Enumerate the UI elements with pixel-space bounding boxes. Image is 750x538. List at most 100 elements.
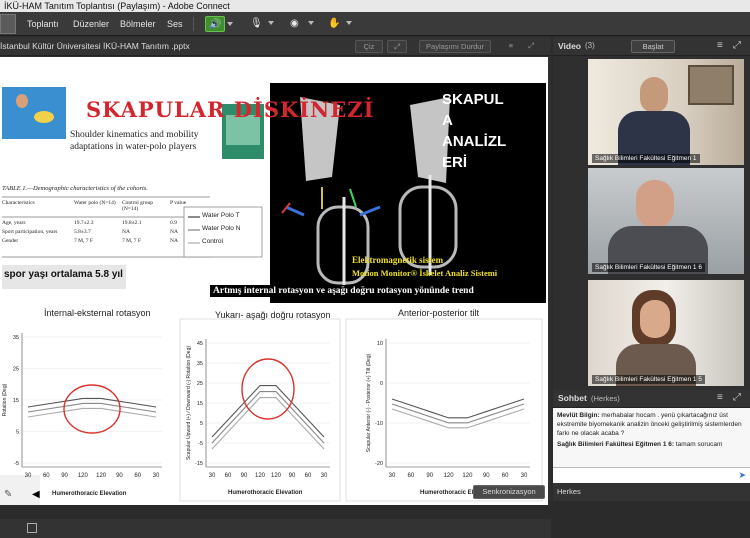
legend-item: Control bbox=[202, 238, 223, 245]
legend-item: Water Polo N bbox=[202, 225, 241, 232]
chart-x-tick: 60 bbox=[305, 473, 312, 479]
average-note: spor yaşı ortalama 5.8 yıl bbox=[4, 269, 123, 280]
maximize-icon[interactable]: ⤢ bbox=[733, 40, 741, 51]
chevron-down-icon[interactable] bbox=[268, 21, 274, 25]
table-header-cell: Water polo (N=14) bbox=[74, 200, 116, 206]
chart-title-2: Yukarı- aşağı doğru rotasyon bbox=[215, 310, 331, 320]
chart-y-tick: 15 bbox=[197, 401, 203, 407]
table-cell: Age, years bbox=[2, 220, 26, 226]
chart-y-tick: 35 bbox=[13, 335, 19, 341]
system-line-1: Elektromagnetik sistem bbox=[352, 255, 444, 265]
chat-footer: Herkes bbox=[553, 483, 750, 501]
pod-menu-icon[interactable]: ≡ bbox=[717, 40, 723, 51]
chart-xlabel-2: Humerothoracic Elevation bbox=[228, 490, 303, 496]
fullscreen-button[interactable]: ⤢ bbox=[387, 40, 407, 53]
document-icon[interactable] bbox=[27, 523, 37, 533]
chart-y-tick: 35 bbox=[197, 361, 203, 367]
table-cell: 19.8±2.1 bbox=[122, 220, 142, 226]
chart-x-tick: 120 bbox=[78, 473, 89, 479]
menu-layouts[interactable]: Düzenler bbox=[73, 12, 109, 36]
trend-text: Artmış internal rotasyon ve aşağı doğru … bbox=[210, 285, 544, 297]
analysis-title-line: A bbox=[442, 112, 453, 129]
chevron-down-icon[interactable] bbox=[308, 21, 314, 25]
chart-x-tick: 90 bbox=[61, 473, 68, 479]
slide-back-arrow-icon[interactable]: ◀ bbox=[32, 489, 40, 500]
maximize-icon[interactable]: ⤢ bbox=[733, 392, 741, 403]
chart-y-tick: -15 bbox=[195, 461, 203, 467]
table-header-cell: P value bbox=[170, 200, 187, 206]
chart-xlabel-1: Humerothoracic Elevation bbox=[52, 491, 127, 497]
chevron-down-icon[interactable] bbox=[227, 22, 233, 26]
chart-y-tick: -20 bbox=[375, 461, 383, 467]
chart-y-tick: 5 bbox=[200, 421, 203, 427]
window-title: İKÜ-HAM Tanıtım Toplantısı (Paylaşım) - … bbox=[0, 0, 750, 12]
table-caption: TABLE 1.—Demographic characteristics of … bbox=[2, 185, 148, 192]
video-tile-1[interactable]: Sağlık Bilimleri Fakültesi Eğitmen 1 bbox=[588, 59, 744, 165]
recipient-tab[interactable]: Herkes bbox=[557, 487, 581, 496]
chart-x-tick: 30 bbox=[521, 473, 528, 479]
table-cell: NA bbox=[170, 238, 178, 244]
participant-face bbox=[640, 77, 668, 113]
chevron-down-icon[interactable] bbox=[346, 21, 352, 25]
table-cell: NA bbox=[122, 229, 130, 235]
table-row: Sport participation, years 5.8±3.7 NA NA bbox=[2, 229, 207, 235]
chart-x-tick: 30 bbox=[209, 473, 216, 479]
chart-y-tick: 25 bbox=[13, 367, 19, 373]
pod-menu-icon[interactable]: ≡ bbox=[503, 40, 519, 53]
participant-name: Sağlık Bilimleri Fakültesi Eğitmen 1 6 bbox=[592, 263, 705, 272]
chart-x-tick: 30 bbox=[153, 473, 160, 479]
start-video-label: Başlat bbox=[642, 42, 664, 51]
menu-audio[interactable]: Ses bbox=[167, 12, 183, 36]
chat-text: tamam sorucam bbox=[675, 441, 723, 448]
menu-meeting[interactable]: Toplantı bbox=[27, 12, 59, 36]
stop-sharing-button[interactable]: Paylaşımı Durdur bbox=[419, 40, 491, 53]
chart-y-tick: 5 bbox=[16, 430, 19, 436]
chart-y-tick: -5 bbox=[14, 461, 19, 467]
participant-name: Sağlık Bilimleri Fakültesi Eğitmen 1 5 bbox=[592, 375, 705, 384]
table-header-row: Characteristics Water polo (N=14) Contro… bbox=[2, 200, 207, 212]
slide-pen-tool-icon[interactable]: ✎ bbox=[4, 489, 12, 500]
chart-ylabel: Scapular Upward (+) / Downward (-) Rotat… bbox=[186, 346, 192, 460]
chart-y-tick: 45 bbox=[197, 341, 203, 347]
table-cell: 19.7±2.3 bbox=[74, 220, 94, 226]
sync-button[interactable]: Senkronizasyon bbox=[473, 485, 545, 499]
send-icon[interactable]: ➤ bbox=[738, 470, 746, 481]
participant-name: Sağlık Bilimleri Fakültesi Eğitmen 1 bbox=[592, 154, 700, 163]
chart-ylabel: Scapular Anterior (-) - Posterior (+) Ti… bbox=[366, 353, 372, 452]
chart-y-tick: 15 bbox=[13, 398, 19, 404]
adobe-connect-logo-icon bbox=[0, 14, 16, 34]
video-tile-2[interactable]: Sağlık Bilimleri Fakültesi Eğitmen 1 6 bbox=[588, 168, 744, 274]
chart-ylabel: Rotation (Deg) bbox=[2, 383, 8, 416]
chart-x-tick: 90 bbox=[289, 473, 296, 479]
chart-x-tick: 60 bbox=[225, 473, 232, 479]
maximize-icon[interactable]: ⤢ bbox=[523, 40, 539, 53]
chart-y-tick: 10 bbox=[377, 341, 383, 347]
draw-button[interactable]: Çiz bbox=[355, 40, 383, 53]
participant-face bbox=[640, 300, 670, 338]
speaker-button[interactable]: 🔊 bbox=[205, 16, 233, 32]
table-cell: Gender bbox=[2, 238, 19, 244]
camera-button[interactable]: ◉ bbox=[287, 16, 314, 32]
video-count: (3) bbox=[585, 41, 595, 50]
chat-scope: (Herkes) bbox=[591, 394, 620, 403]
start-video-button[interactable]: Başlat bbox=[631, 40, 675, 53]
table-header-cell: Characteristics bbox=[2, 200, 35, 206]
microphone-button[interactable]: 🎙 bbox=[247, 16, 274, 32]
chat-sender: Sağlık Bilimleri Fakültesi Eğitmen 1 6: bbox=[557, 441, 675, 448]
chart-title-3: Anterior-posterior tilt bbox=[398, 308, 480, 318]
pod-menu-icon[interactable]: ≡ bbox=[717, 392, 723, 403]
chart-x-tick: 30 bbox=[321, 473, 328, 479]
menu-pods[interactable]: Bölmeler bbox=[120, 12, 156, 36]
video-tile-3[interactable]: Sağlık Bilimleri Fakültesi Eğitmen 1 5 bbox=[588, 280, 744, 386]
share-pod-header: İstanbul Kültür Üniversitesi İKÜ-HAM Tan… bbox=[0, 37, 551, 56]
participant-face bbox=[636, 180, 674, 228]
chat-input[interactable]: ➤ bbox=[553, 467, 750, 483]
analysis-title-line: ANALİZL bbox=[442, 133, 507, 150]
chart-x-tick: 120 bbox=[444, 473, 455, 479]
chart-x-tick: 90 bbox=[116, 473, 123, 479]
system-line-2: Motion Monitor® İskelet Analiz Sistemi bbox=[352, 268, 498, 278]
video-pod-title: Video bbox=[558, 41, 581, 51]
video-pod: Video (3) Başlat ≡ ⤢ Sağlık Bilimleri Fa… bbox=[553, 37, 750, 501]
raise-hand-button[interactable]: ✋ bbox=[325, 16, 352, 32]
chart-y-tick: 25 bbox=[197, 381, 203, 387]
